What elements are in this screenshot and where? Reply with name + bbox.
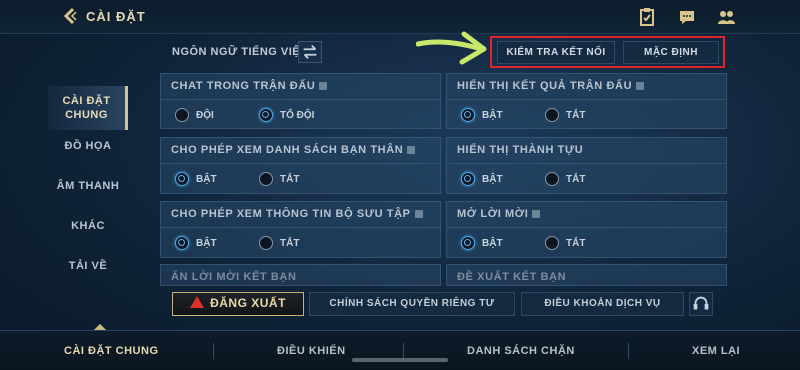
radio-button[interactable] <box>259 236 273 250</box>
setting-title: ẨN LỜI MỜI KẾT BẠN <box>171 271 297 283</box>
option-on[interactable]: BẬT <box>175 172 217 186</box>
option-squad[interactable]: TỔ ĐỘI <box>259 108 314 122</box>
option-off[interactable]: TẮT <box>545 236 585 250</box>
radio-button[interactable] <box>175 236 189 250</box>
tab-divider <box>628 343 629 359</box>
setting-open-invite: MỞ LỜI MỜI BẬT TẮT <box>446 201 727 258</box>
setting-collection-info: CHO PHÉP XEM THÔNG TIN BỘ SƯU TẬP BẬT TẮ… <box>160 201 441 258</box>
radio-button[interactable] <box>461 108 475 122</box>
sidebar-item-download[interactable]: TẢI VỀ <box>48 260 128 272</box>
tab-divider <box>403 343 404 359</box>
warning-icon <box>190 296 205 308</box>
tab-replay[interactable]: XEM LẠI <box>692 345 740 357</box>
help-icon[interactable] <box>414 210 423 219</box>
setting-match-result: HIỂN THỊ KẾT QUẢ TRẬN ĐẤU BẬT TẮT <box>446 73 727 129</box>
page-title: CÀI ĐẶT <box>86 9 146 24</box>
language-label: NGÔN NGỮ TIẾNG VIỆT <box>172 46 308 58</box>
option-team[interactable]: ĐỘI <box>175 108 214 122</box>
setting-friend-list: CHO PHÉP XEM DANH SÁCH BẠN THÂN BẬT TẮT <box>160 137 441 194</box>
option-off[interactable]: TẮT <box>259 236 299 250</box>
divider <box>161 99 440 100</box>
setting-title: HIỂN THỊ THÀNH TỰU <box>457 144 584 156</box>
sidebar-item-graphics[interactable]: ĐỒ HỌA <box>48 140 128 152</box>
setting-title: CHO PHÉP XEM DANH SÁCH BẠN THÂN <box>171 144 416 156</box>
radio-button[interactable] <box>545 108 559 122</box>
divider <box>447 227 726 228</box>
logout-button[interactable]: ĐĂNG XUẤT <box>172 292 304 316</box>
setting-hide-friend-invite: ẨN LỜI MỜI KẾT BẠN <box>160 264 441 286</box>
option-on[interactable]: BẬT <box>175 236 217 250</box>
default-button[interactable]: MẶC ĐỊNH <box>623 41 719 64</box>
sidebar-item-sound[interactable]: ÂM THANH <box>48 180 128 192</box>
radio-button[interactable] <box>461 172 475 186</box>
option-off[interactable]: TẮT <box>545 172 585 186</box>
clipboard-check-icon[interactable] <box>637 7 657 27</box>
option-on[interactable]: BẬT <box>461 236 503 250</box>
check-connection-button[interactable]: KIỂM TRA KẾT NỐI <box>497 41 615 64</box>
option-off[interactable]: TẮT <box>259 172 299 186</box>
setting-title: HIỂN THỊ KẾT QUẢ TRẬN ĐẤU <box>457 80 645 92</box>
radio-button[interactable] <box>175 108 189 122</box>
annotation-arrow-icon <box>416 31 487 65</box>
language-switch-button[interactable] <box>298 41 322 63</box>
tab-controls[interactable]: ĐIỀU KHIỂN <box>277 345 346 357</box>
bottom-tab-bar: CÀI ĐẶT CHUNG ĐIỀU KHIỂN DANH SÁCH CHẶN … <box>0 330 800 370</box>
setting-title: CHO PHÉP XEM THÔNG TIN BỘ SƯU TẬP <box>171 208 423 220</box>
privacy-policy-button[interactable]: CHÍNH SÁCH QUYỀN RIÊNG TƯ <box>309 292 515 316</box>
radio-button[interactable] <box>259 108 273 122</box>
setting-friend-suggestion: ĐỀ XUẤT KẾT BẠN <box>446 264 727 286</box>
tab-block-list[interactable]: DANH SÁCH CHẶN <box>467 345 575 357</box>
radio-button[interactable] <box>461 236 475 250</box>
option-on[interactable]: BẬT <box>461 108 503 122</box>
setting-achievements: HIỂN THỊ THÀNH TỰU BẬT TẮT <box>446 137 727 194</box>
option-off[interactable]: TẮT <box>545 108 585 122</box>
radio-button[interactable] <box>545 172 559 186</box>
top-bar: CÀI ĐẶT <box>0 0 800 34</box>
support-button[interactable] <box>689 292 713 316</box>
divider <box>161 163 440 164</box>
radio-button[interactable] <box>259 172 273 186</box>
radio-button[interactable] <box>545 236 559 250</box>
sidebar-item-other[interactable]: KHÁC <box>48 220 128 232</box>
sidebar-item-general[interactable]: CÀI ĐẶT CHUNG <box>48 86 128 130</box>
option-on[interactable]: BẬT <box>461 172 503 186</box>
setting-match-chat: CHAT TRONG TRẬN ĐẤU ĐỘI TỔ ĐỘI <box>160 73 441 129</box>
help-icon[interactable] <box>532 210 541 219</box>
tab-divider <box>213 343 214 359</box>
terms-of-service-button[interactable]: ĐIỀU KHOẢN DỊCH VỤ <box>521 292 684 316</box>
help-icon[interactable] <box>407 146 416 155</box>
setting-title: CHAT TRONG TRẬN ĐẤU <box>171 80 328 92</box>
back-arrow-icon[interactable] <box>60 6 80 26</box>
divider <box>161 227 440 228</box>
divider <box>447 99 726 100</box>
help-icon[interactable] <box>319 82 328 91</box>
radio-button[interactable] <box>175 172 189 186</box>
tab-general[interactable]: CÀI ĐẶT CHUNG <box>64 345 159 357</box>
swap-icon <box>303 44 317 60</box>
setting-title: MỞ LỜI MỜI <box>457 208 541 220</box>
help-icon[interactable] <box>636 82 645 91</box>
home-indicator[interactable] <box>352 358 448 362</box>
friends-icon[interactable] <box>716 7 736 27</box>
headset-icon <box>693 296 709 310</box>
setting-title: ĐỀ XUẤT KẾT BẠN <box>457 271 567 283</box>
chat-icon[interactable] <box>677 7 697 27</box>
divider <box>447 163 726 164</box>
